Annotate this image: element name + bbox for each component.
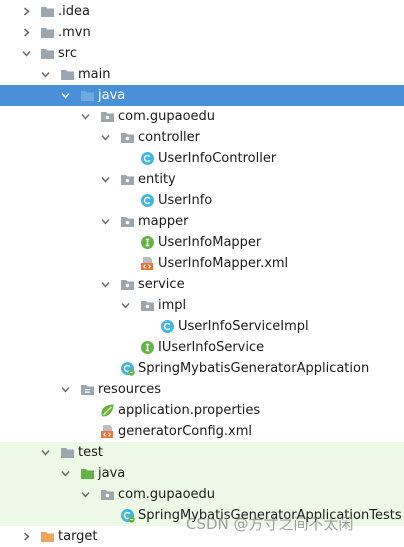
class-icon xyxy=(160,319,175,334)
project-tree: .idea .mvn src main java com.gupaoedu co… xyxy=(0,0,404,546)
interface-icon xyxy=(140,340,155,355)
tree-node-label: test xyxy=(78,445,103,460)
chevron-down-icon[interactable] xyxy=(101,175,110,184)
chevron-down-icon[interactable] xyxy=(101,280,110,289)
spring-boot-class-icon xyxy=(120,361,135,376)
folder-icon xyxy=(40,46,55,61)
tree-node-label: .idea xyxy=(58,4,90,19)
folder-icon xyxy=(40,25,55,40)
xml-file-icon xyxy=(100,424,115,439)
excluded-folder-icon xyxy=(40,529,55,544)
xml-file-icon xyxy=(140,256,155,271)
chevron-down-icon[interactable] xyxy=(81,112,90,121)
tree-node-label: IUserInfoService xyxy=(158,340,265,355)
tree-node-idea[interactable]: .idea xyxy=(0,1,404,22)
chevron-right-icon[interactable] xyxy=(22,7,31,16)
tree-node-label: application.properties xyxy=(118,403,261,418)
tree-node-generator-config-xml[interactable]: generatorConfig.xml xyxy=(0,421,404,442)
tree-node-label: service xyxy=(138,277,185,292)
tree-node-label: com.gupaoedu xyxy=(118,487,216,502)
chevron-down-icon[interactable] xyxy=(61,91,70,100)
package-icon xyxy=(140,298,155,313)
tree-node-target[interactable]: target xyxy=(0,526,404,547)
tree-node-iuser-info-service[interactable]: IUserInfoService xyxy=(0,337,404,358)
tree-node-com-gupaoedu[interactable]: com.gupaoedu xyxy=(0,106,404,127)
tree-node-entity[interactable]: entity xyxy=(0,169,404,190)
tree-node-label: mapper xyxy=(138,214,189,229)
interface-icon xyxy=(140,235,155,250)
tree-node-label: UserInfoMapper.xml xyxy=(158,256,289,271)
chevron-down-icon[interactable] xyxy=(61,469,70,478)
tree-node-label: generatorConfig.xml xyxy=(118,424,253,439)
tree-node-label: impl xyxy=(158,298,187,313)
tree-node-user-info[interactable]: UserInfo xyxy=(0,190,404,211)
tree-node-application-properties[interactable]: application.properties xyxy=(0,400,404,421)
chevron-down-icon[interactable] xyxy=(41,448,50,457)
tree-node-resources[interactable]: resources xyxy=(0,379,404,400)
package-icon xyxy=(120,277,135,292)
tree-node-label: UserInfoMapper xyxy=(158,235,262,250)
tree-node-test[interactable]: test xyxy=(0,442,404,463)
package-icon xyxy=(120,130,135,145)
class-icon xyxy=(140,193,155,208)
tree-node-impl[interactable]: impl xyxy=(0,295,404,316)
chevron-down-icon[interactable] xyxy=(121,301,130,310)
resources-folder-icon xyxy=(80,382,95,397)
folder-icon xyxy=(60,445,75,460)
tree-node-main[interactable]: main xyxy=(0,64,404,85)
tree-node-mapper[interactable]: mapper xyxy=(0,211,404,232)
folder-icon xyxy=(40,4,55,19)
chevron-down-icon[interactable] xyxy=(101,133,110,142)
tree-node-src[interactable]: src xyxy=(0,43,404,64)
tree-node-user-info-mapper-xml[interactable]: UserInfoMapper.xml xyxy=(0,253,404,274)
folder-icon xyxy=(60,67,75,82)
tree-node-label: SpringMybatisGeneratorApplication xyxy=(138,361,370,376)
tree-node-label: java xyxy=(98,466,126,481)
tree-node-spring-application-tests[interactable]: SpringMybatisGeneratorApplicationTests xyxy=(0,505,404,526)
chevron-down-icon[interactable] xyxy=(22,49,31,58)
spring-properties-icon xyxy=(100,403,115,418)
tree-node-mvn[interactable]: .mvn xyxy=(0,22,404,43)
tree-node-label: target xyxy=(58,529,98,544)
package-icon xyxy=(120,172,135,187)
tree-node-service[interactable]: service xyxy=(0,274,404,295)
tree-node-label: SpringMybatisGeneratorApplicationTests xyxy=(138,508,402,523)
tree-node-label: java xyxy=(98,88,126,103)
tree-node-user-info-mapper[interactable]: UserInfoMapper xyxy=(0,232,404,253)
tree-node-java-test[interactable]: java xyxy=(0,463,404,484)
chevron-down-icon[interactable] xyxy=(81,490,90,499)
tree-node-user-info-controller[interactable]: UserInfoController xyxy=(0,148,404,169)
tree-node-user-info-service-impl[interactable]: UserInfoServiceImpl xyxy=(0,316,404,337)
tree-node-java-main[interactable]: java xyxy=(0,85,404,106)
spring-boot-class-icon xyxy=(120,508,135,523)
class-icon xyxy=(140,151,155,166)
chevron-down-icon[interactable] xyxy=(41,70,50,79)
chevron-right-icon[interactable] xyxy=(22,532,31,541)
tree-node-label: UserInfoServiceImpl xyxy=(178,319,309,334)
tree-node-com-gupaoedu-test[interactable]: com.gupaoedu xyxy=(0,484,404,505)
tree-node-label: entity xyxy=(138,172,176,187)
tree-node-label: src xyxy=(58,46,77,61)
chevron-down-icon[interactable] xyxy=(61,385,70,394)
package-icon xyxy=(120,214,135,229)
tree-node-label: main xyxy=(78,67,111,82)
tree-node-label: controller xyxy=(138,130,201,145)
tree-node-label: com.gupaoedu xyxy=(118,109,216,124)
tree-node-label: UserInfoController xyxy=(158,151,277,166)
source-root-folder-icon xyxy=(80,88,95,103)
chevron-right-icon[interactable] xyxy=(22,28,31,37)
tree-node-label: UserInfo xyxy=(158,193,213,208)
test-source-folder-icon xyxy=(80,466,95,481)
tree-node-label: .mvn xyxy=(58,25,91,40)
tree-node-label: resources xyxy=(98,382,162,397)
package-icon xyxy=(100,487,115,502)
tree-node-spring-application[interactable]: SpringMybatisGeneratorApplication xyxy=(0,358,404,379)
package-icon xyxy=(100,109,115,124)
chevron-down-icon[interactable] xyxy=(101,217,110,226)
tree-node-controller[interactable]: controller xyxy=(0,127,404,148)
